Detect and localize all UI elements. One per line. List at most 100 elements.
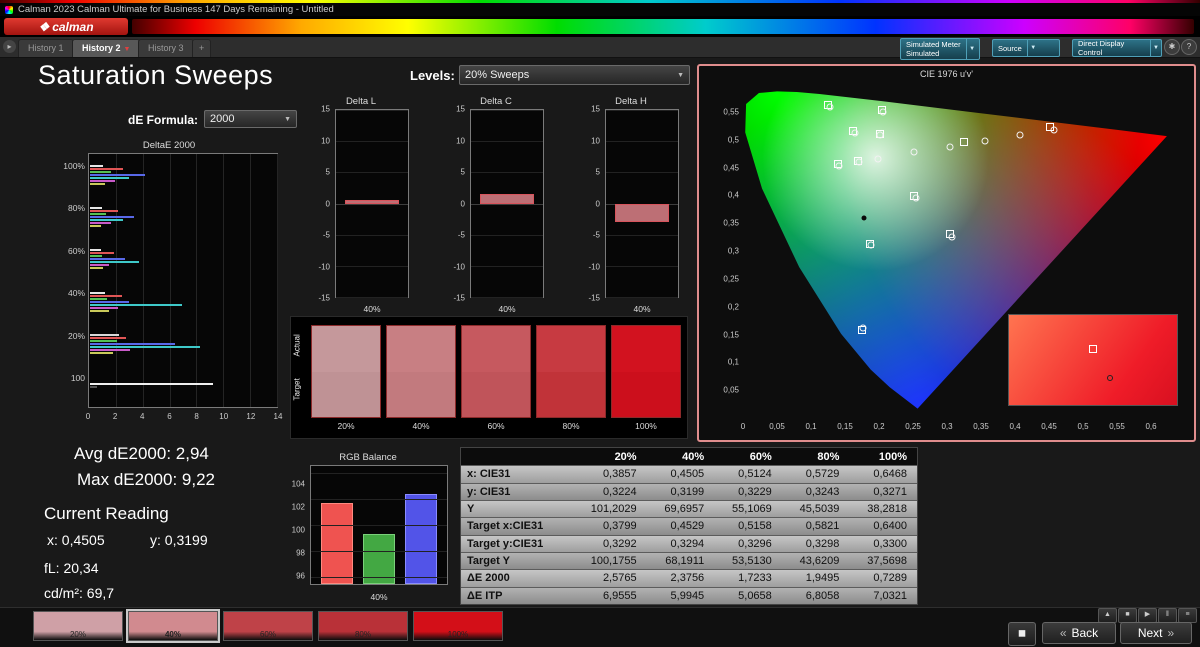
y-axis-tick: -10 bbox=[588, 262, 600, 271]
gridline bbox=[606, 235, 678, 236]
gridline bbox=[471, 172, 543, 173]
bar bbox=[90, 343, 175, 345]
bar bbox=[90, 255, 102, 257]
table-cell: 0,5729 bbox=[782, 465, 850, 482]
y-axis-label: 60% bbox=[58, 246, 85, 256]
y-axis-tick: 0,3 bbox=[728, 247, 739, 256]
bar bbox=[90, 383, 213, 385]
calman-logo[interactable]: ❖ calman bbox=[4, 18, 128, 35]
y-axis-tick: 0,5 bbox=[728, 135, 739, 144]
swatch-label: 60% bbox=[461, 421, 531, 431]
chevron-down-icon[interactable]: ▼ bbox=[1150, 40, 1161, 56]
stop-button[interactable]: ■ bbox=[1118, 608, 1137, 623]
y-axis-tick: -5 bbox=[458, 231, 465, 240]
bottom-swatch-button[interactable]: 40% bbox=[128, 611, 218, 641]
bar bbox=[90, 298, 107, 300]
y-axis-tick: 98 bbox=[296, 549, 305, 558]
layers-button[interactable]: ≡ bbox=[1178, 608, 1197, 623]
levels-select[interactable]: 20% Sweeps ▼ bbox=[459, 65, 690, 85]
y-axis-label: 100 bbox=[58, 373, 85, 383]
y-axis-tick: 15 bbox=[321, 105, 330, 114]
meter-dropdown[interactable]: Simulated Meter Simulated ▼ bbox=[900, 38, 980, 60]
table-cell: 0,3300 bbox=[849, 535, 917, 552]
actual-swatch bbox=[612, 326, 680, 372]
bar bbox=[90, 292, 105, 294]
tab-history-2[interactable]: History 2▼ bbox=[72, 39, 140, 57]
y-axis-tick: 0,4 bbox=[728, 191, 739, 200]
bar bbox=[90, 183, 105, 185]
bar bbox=[90, 346, 200, 348]
gear-icon[interactable]: ✱ bbox=[1164, 39, 1180, 55]
tab-history-3[interactable]: History 3 bbox=[138, 39, 194, 57]
de-formula-select[interactable]: 2000 ▼ bbox=[204, 110, 297, 128]
chevron-down-icon[interactable]: ▼ bbox=[966, 39, 978, 59]
y-axis-tick: 5 bbox=[461, 168, 465, 177]
gridline bbox=[471, 266, 543, 267]
cie-reading-dot bbox=[862, 215, 867, 220]
y-axis-tick: -15 bbox=[453, 294, 465, 303]
gridline bbox=[606, 297, 678, 298]
current-cdm2-value: cd/m²: 69,7 bbox=[44, 585, 114, 601]
deltae-plot-area bbox=[88, 153, 278, 408]
table-row-label: Target y:CIE31 bbox=[461, 535, 579, 552]
chevron-right-icon: » bbox=[1168, 626, 1175, 640]
current-fl-value: fL: 20,34 bbox=[44, 560, 99, 576]
table-cell: 0,3229 bbox=[714, 483, 782, 500]
bottom-swatch-button[interactable]: 60% bbox=[223, 611, 313, 641]
back-button[interactable]: « Back bbox=[1042, 622, 1116, 644]
y-axis-tick: -15 bbox=[318, 294, 330, 303]
y-axis-tick: 5 bbox=[326, 168, 330, 177]
help-icon[interactable]: ? bbox=[1181, 39, 1197, 55]
bottom-swatch-button[interactable]: 80% bbox=[318, 611, 408, 641]
bar bbox=[90, 340, 117, 342]
pause-button[interactable]: ‖ bbox=[1158, 608, 1177, 623]
tab-add-button[interactable]: + bbox=[192, 39, 211, 57]
bottom-swatch-button[interactable]: 20% bbox=[33, 611, 123, 641]
meter-line1: Simulated Meter bbox=[906, 40, 961, 49]
gridline bbox=[311, 551, 447, 552]
table-header-cell: 60% bbox=[714, 448, 782, 465]
x-axis-label: 40% bbox=[335, 304, 409, 314]
table-cell: 0,3224 bbox=[579, 483, 647, 500]
cie-measured-marker bbox=[947, 143, 954, 150]
y-axis-tick: 0,2 bbox=[728, 302, 739, 311]
table-cell: 69,6957 bbox=[647, 500, 715, 517]
bar bbox=[90, 249, 101, 251]
bar bbox=[90, 222, 111, 224]
gridline bbox=[471, 297, 543, 298]
x-axis-tick: 10 bbox=[219, 412, 228, 421]
tab-history-1[interactable]: History 1 bbox=[18, 39, 74, 57]
gridline bbox=[471, 204, 543, 205]
delta-bar bbox=[345, 200, 400, 203]
bottom-swatch-label: 100% bbox=[414, 630, 502, 639]
y-axis-tick: 0,15 bbox=[723, 330, 739, 339]
gridline bbox=[336, 172, 408, 173]
target-row-label: Target bbox=[293, 387, 302, 401]
next-button[interactable]: Next » bbox=[1120, 622, 1192, 644]
table-row-label: Y bbox=[461, 500, 579, 517]
gridline bbox=[311, 525, 447, 526]
app-icon bbox=[5, 6, 13, 14]
table-cell: 0,6400 bbox=[849, 517, 917, 534]
stop-button[interactable]: ◼ bbox=[1008, 622, 1036, 646]
bar bbox=[90, 267, 103, 269]
tab-nav-button[interactable]: ▸ bbox=[3, 40, 16, 53]
bottom-swatch-button[interactable]: 100% bbox=[413, 611, 503, 641]
table-cell: 37,5698 bbox=[849, 552, 917, 569]
cie-target-marker bbox=[960, 138, 968, 146]
x-axis-tick: 8 bbox=[194, 412, 198, 421]
source-dropdown[interactable]: Source ▼ bbox=[992, 39, 1060, 57]
cie-measured-marker bbox=[982, 138, 989, 145]
table-cell: 0,3243 bbox=[782, 483, 850, 500]
y-axis-tick: 0 bbox=[461, 199, 465, 208]
y-axis-tick: 5 bbox=[596, 168, 600, 177]
display-control-dropdown[interactable]: Direct Display Control ▼ bbox=[1072, 39, 1162, 57]
eject-button[interactable]: ▲ bbox=[1098, 608, 1117, 623]
y-axis-tick: -10 bbox=[453, 262, 465, 271]
chevron-down-icon[interactable]: ▼ bbox=[1027, 40, 1039, 56]
play-button[interactable]: ▶ bbox=[1138, 608, 1157, 623]
cie-plot-area: 0,550,50,450,40,350,30,250,20,150,10,050… bbox=[743, 84, 1185, 418]
tab-dropdown-icon[interactable]: ▼ bbox=[124, 46, 131, 53]
gridline bbox=[311, 499, 447, 500]
table-header-cell: 40% bbox=[647, 448, 715, 465]
